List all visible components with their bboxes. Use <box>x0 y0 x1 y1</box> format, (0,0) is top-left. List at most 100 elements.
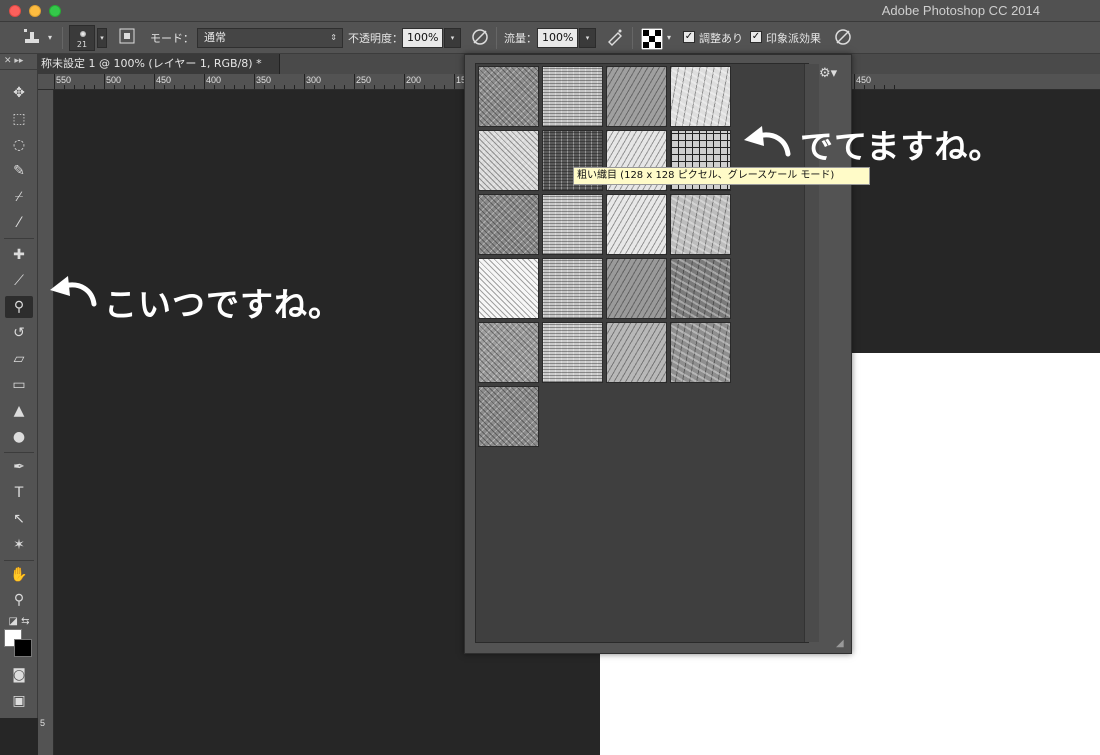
brush-picker-arrow-icon[interactable]: ▾ <box>97 28 107 48</box>
vertical-ruler[interactable]: 5 <box>38 90 54 755</box>
ruler-subtick <box>434 85 435 89</box>
brush-panel-toggle-icon[interactable] <box>117 28 137 48</box>
pattern-swatch[interactable] <box>606 258 667 319</box>
blend-mode-select[interactable]: 通常 ⇕ <box>197 28 343 48</box>
ruler-subtick <box>84 85 85 89</box>
zoom-window-button[interactable] <box>49 5 61 17</box>
zoom-tool-icon[interactable]: ⚲ <box>5 589 33 611</box>
airbrush-icon[interactable] <box>605 28 625 48</box>
hand-tool-icon[interactable]: ✋ <box>5 564 33 586</box>
pattern-swatch[interactable] <box>478 66 539 127</box>
resize-handle-icon[interactable]: ◢ <box>836 638 848 650</box>
ruler-subtick <box>314 85 315 89</box>
aligned-label: 調整あり <box>699 32 743 45</box>
pattern-swatch[interactable] <box>670 194 731 255</box>
ruler-subtick <box>344 85 345 89</box>
pattern-picker-arrow-icon[interactable]: ▾ <box>663 28 675 48</box>
close-window-button[interactable] <box>9 5 21 17</box>
flow-input[interactable]: 100% <box>537 28 578 48</box>
pattern-swatch[interactable] <box>542 322 603 383</box>
ruler-tick-label: 300 <box>306 75 322 85</box>
tablet-pressure-opacity-icon[interactable] <box>470 28 490 48</box>
select-caret-icon: ⇕ <box>330 33 337 42</box>
aligned-checkbox[interactable]: ✓ <box>683 31 695 43</box>
blend-mode-value: 通常 <box>204 31 226 44</box>
gradient-tool-icon[interactable]: ▭ <box>5 374 33 396</box>
marquee-tool-icon[interactable]: ⬚ <box>5 108 33 130</box>
tools-separator <box>4 452 34 453</box>
annotation-left: こいつですね。 <box>104 285 342 324</box>
pattern-stamp-tool-icon[interactable]: ⚲ <box>5 296 33 318</box>
pattern-swatch[interactable] <box>670 66 731 127</box>
ruler-tick <box>354 74 355 89</box>
blur-tool-icon[interactable]: ▲ <box>5 400 33 422</box>
tablet-pressure-size-icon[interactable] <box>833 28 853 48</box>
ruler-tick <box>254 74 255 89</box>
dodge-tool-icon[interactable]: ● <box>5 426 33 448</box>
brush-preset-picker[interactable]: 21 <box>69 25 95 51</box>
screen-mode-icon[interactable]: ▣ <box>5 690 33 712</box>
quick-selection-tool-icon[interactable]: ✎ <box>5 160 33 182</box>
history-brush-tool-icon[interactable]: ↺ <box>5 322 33 344</box>
healing-brush-tool-icon[interactable]: ✚ <box>5 244 33 266</box>
opacity-slider-arrow-icon[interactable]: ▾ <box>444 28 461 48</box>
eyedropper-tool-icon[interactable]: ⁄ <box>5 212 33 234</box>
opacity-input[interactable]: 100% <box>402 28 443 48</box>
ruler-subtick <box>374 85 375 89</box>
ruler-subtick <box>384 85 385 89</box>
lasso-tool-icon[interactable]: ◌ <box>5 134 33 156</box>
pattern-swatch[interactable] <box>542 66 603 127</box>
ruler-tick-label: 550 <box>56 75 72 85</box>
pen-tool-icon[interactable]: ✒ <box>5 456 33 478</box>
ruler-subtick <box>364 85 365 89</box>
pattern-swatch[interactable] <box>606 194 667 255</box>
curved-arrow-icon <box>744 126 791 157</box>
ruler-subtick <box>144 85 145 89</box>
pattern-swatch[interactable] <box>670 258 731 319</box>
pattern-picker-popup: ⚙▾ ◢ <box>464 54 852 654</box>
ruler-subtick <box>94 85 95 89</box>
tool-preset-chevron-icon[interactable]: ▾ <box>44 28 56 48</box>
minimize-window-button[interactable] <box>29 5 41 17</box>
pattern-swatch[interactable] <box>478 258 539 319</box>
ruler-tick-label: 350 <box>256 75 272 85</box>
mode-label: モード： <box>150 32 194 45</box>
pattern-swatch[interactable] <box>478 130 539 191</box>
background-color-swatch[interactable] <box>14 639 32 657</box>
tools-panel-header[interactable]: ✕ ▸▸ <box>0 54 37 70</box>
shape-tool-icon[interactable]: ✶ <box>5 534 33 556</box>
type-tool-icon[interactable]: T <box>5 482 33 504</box>
pattern-swatch[interactable] <box>670 322 731 383</box>
pattern-swatch[interactable] <box>542 194 603 255</box>
gear-icon[interactable]: ⚙▾ <box>819 65 843 83</box>
crop-tool-icon[interactable]: ⌿ <box>5 186 33 208</box>
options-bar: ▾ 21 ▾ モード： 通常 ⇕ 不透明度： 100% ▾ 流量： 100% ▾ <box>0 22 1100 54</box>
eraser-tool-icon[interactable]: ▱ <box>5 348 33 370</box>
move-tool-icon[interactable]: ✥ <box>5 82 33 104</box>
brush-tool-icon[interactable]: ⟋ <box>5 270 33 292</box>
options-separator <box>632 27 633 49</box>
pattern-swatch[interactable] <box>478 386 539 447</box>
pattern-swatch[interactable] <box>542 258 603 319</box>
document-tab[interactable]: 称未設定 1 @ 100% (レイヤー 1, RGB/8) * <box>38 54 280 74</box>
pattern-stamp-tool-preset-icon[interactable] <box>22 28 42 48</box>
ruler-subtick <box>64 85 65 89</box>
ruler-subtick <box>424 85 425 89</box>
ruler-tick <box>154 74 155 89</box>
ruler-subtick <box>394 85 395 89</box>
flow-slider-arrow-icon[interactable]: ▾ <box>579 28 596 48</box>
curved-arrow-icon <box>50 276 97 307</box>
pattern-picker-swatch[interactable] <box>640 27 664 51</box>
ruler-subtick <box>74 85 75 89</box>
pattern-swatch[interactable] <box>606 66 667 127</box>
ruler-tick-label: 400 <box>206 75 222 85</box>
pattern-swatch[interactable] <box>478 322 539 383</box>
pattern-swatch[interactable] <box>478 194 539 255</box>
quick-mask-icon[interactable]: ◙ <box>5 664 33 686</box>
brush-tip-icon <box>80 31 86 37</box>
tools-panel: ✕ ▸▸ ✥ ⬚ ◌ ✎ ⌿ ⁄ ✚ ⟋ ⚲ ↺ ▱ ▭ ▲ ● ✒ T ↖ ✶… <box>0 54 38 718</box>
path-selection-tool-icon[interactable]: ↖ <box>5 508 33 530</box>
impressionist-checkbox[interactable]: ✓ <box>750 31 762 43</box>
pattern-swatch[interactable] <box>606 322 667 383</box>
impressionist-label: 印象派効果 <box>766 32 821 45</box>
